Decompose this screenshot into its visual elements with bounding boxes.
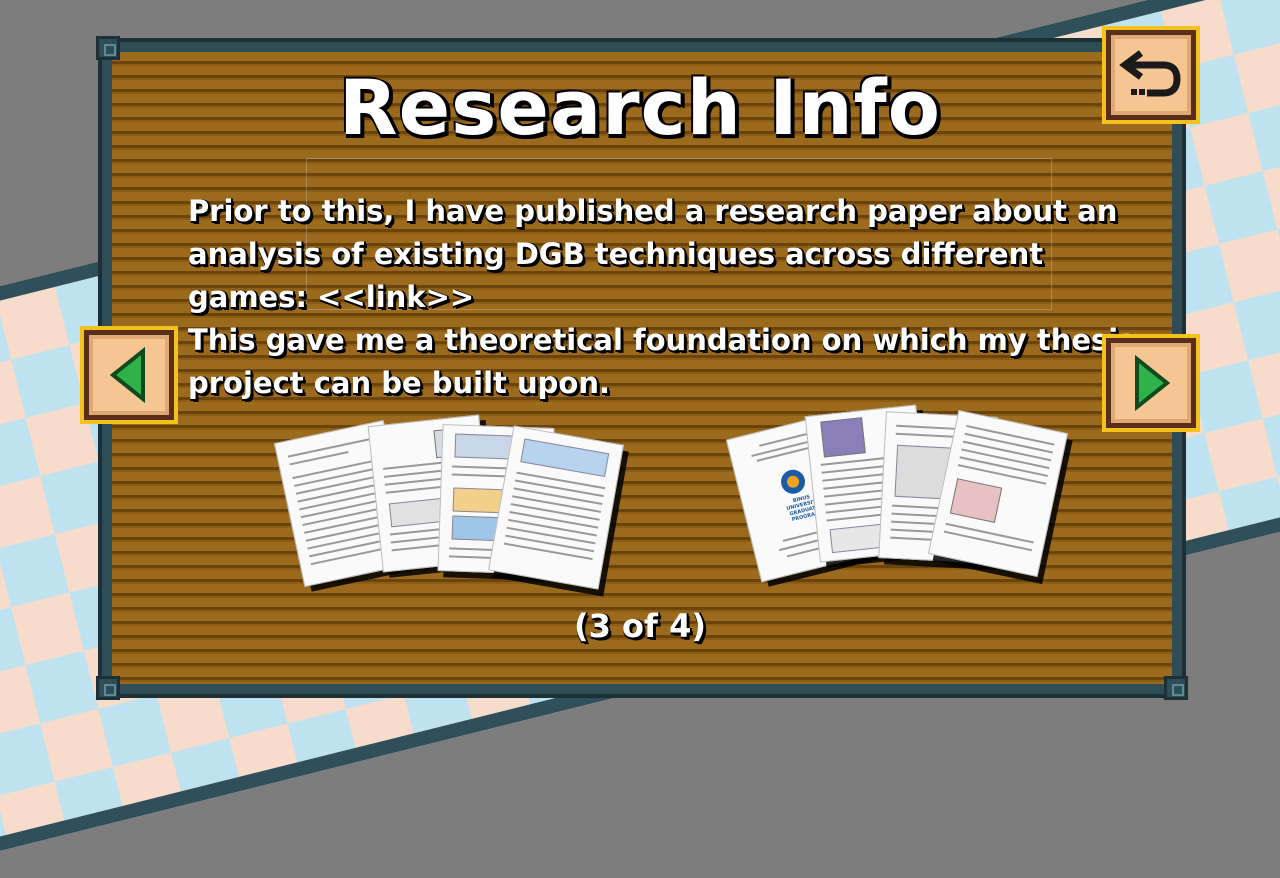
body-line: Prior to this, I have published a resear… <box>188 194 1118 228</box>
next-page-button[interactable] <box>1102 334 1200 432</box>
page-indicator: (3 of 4) <box>574 607 706 645</box>
paper-thumbnail-1 <box>273 414 624 590</box>
page-title: Research Info <box>339 63 941 152</box>
body-line: This gave me a theoretical foundation on… <box>188 323 1136 357</box>
paper-thumbnail-2: BINUS UNIVERSITY GRADUATE PROGRAM <box>725 404 1069 583</box>
back-button[interactable] <box>1102 26 1200 124</box>
previous-page-button[interactable] <box>80 326 178 424</box>
body-line: analysis of existing DGB techniques acro… <box>188 237 1044 271</box>
return-arrow-icon <box>1119 50 1181 97</box>
board-corner <box>96 676 120 700</box>
board-corner <box>1164 676 1188 700</box>
body-line-link[interactable]: games: <<link>> <box>188 276 1088 319</box>
university-logo-icon <box>781 469 806 494</box>
body-line: project can be built upon. <box>188 366 611 400</box>
left-triangle-icon <box>109 346 145 404</box>
body-text: Prior to this, I have published a resear… <box>188 190 1136 405</box>
board-corner <box>96 36 120 60</box>
right-triangle-icon <box>1135 354 1171 412</box>
